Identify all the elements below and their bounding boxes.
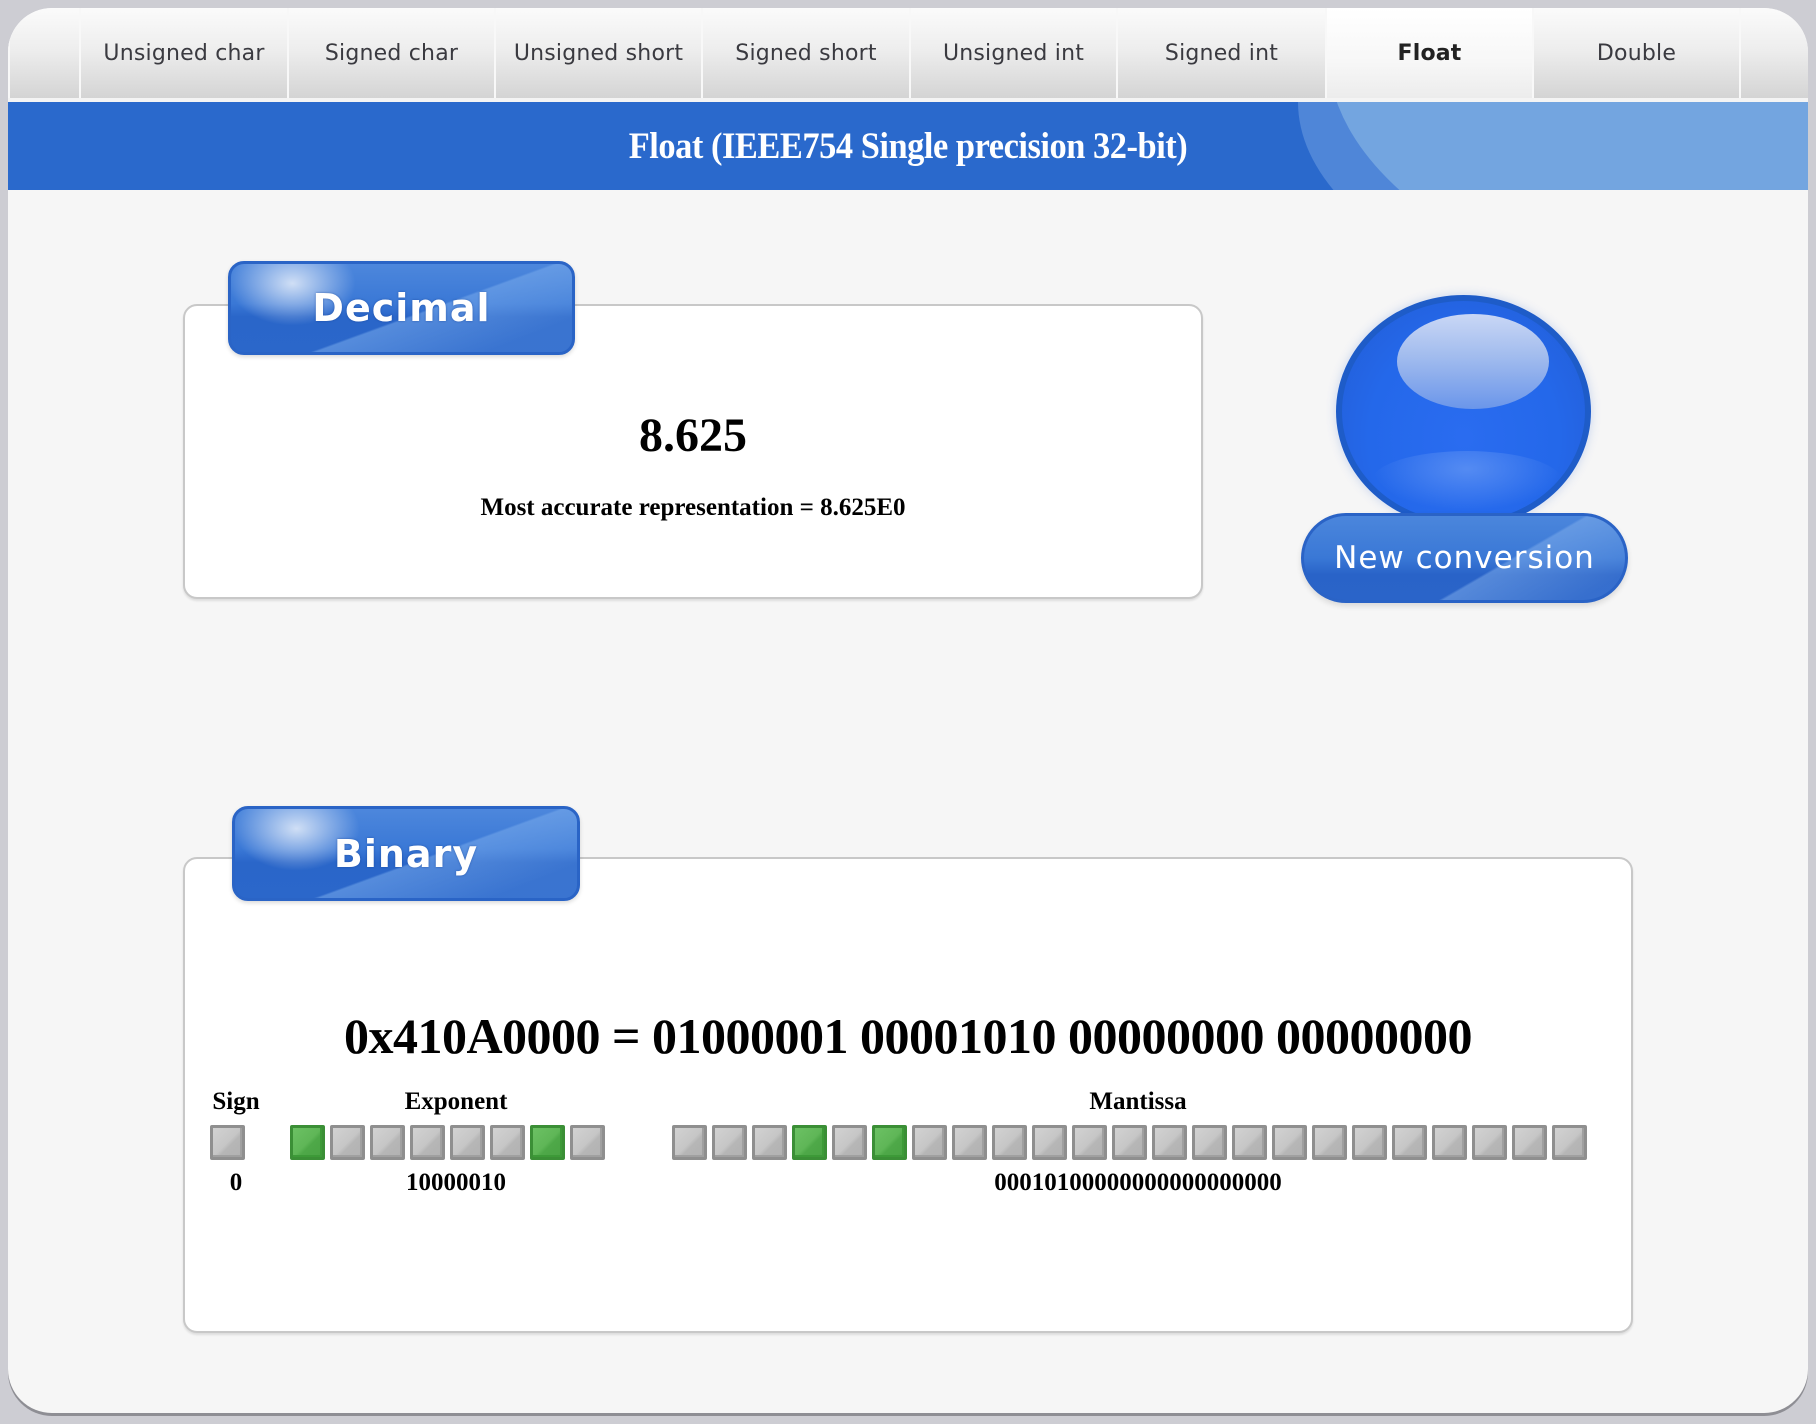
type-tab-bar: Unsigned char Signed char Unsigned short… (8, 8, 1808, 102)
exponent-bit-6-on[interactable] (530, 1125, 565, 1160)
exponent-bit-7-off[interactable] (570, 1125, 605, 1160)
sphere-icon (1336, 295, 1591, 528)
exponent-bit-5-off[interactable] (490, 1125, 525, 1160)
mantissa-bit-17-off[interactable] (1352, 1125, 1387, 1160)
exponent-bit-4-off[interactable] (450, 1125, 485, 1160)
decimal-representation: Most accurate representation = 8.625E0 (480, 494, 906, 521)
mantissa-bit-14-off[interactable] (1232, 1125, 1267, 1160)
mantissa-bit-16-off[interactable] (1312, 1125, 1347, 1160)
mantissa-bit-1-off[interactable] (712, 1125, 747, 1160)
mantissa-bit-8-off[interactable] (992, 1125, 1027, 1160)
tab-unsigned-short[interactable]: Unsigned short (494, 8, 701, 98)
tab-double[interactable]: Double (1532, 8, 1739, 98)
mantissa-bit-13-off[interactable] (1192, 1125, 1227, 1160)
exponent-bit-0-on[interactable] (290, 1125, 325, 1160)
exponent-bit-3-off[interactable] (410, 1125, 445, 1160)
mantissa-bit-2-off[interactable] (752, 1125, 787, 1160)
tab-label: Signed char (324, 40, 459, 66)
mantissa-bit-20-off[interactable] (1472, 1125, 1507, 1160)
decimal-section-tab: Decimal (228, 261, 575, 355)
mantissa-bit-19-off[interactable] (1432, 1125, 1467, 1160)
new-conversion-button[interactable]: New conversion (1293, 288, 1638, 618)
app-window: Unsigned char Signed char Unsigned short… (8, 8, 1808, 1413)
sign-label: Sign (212, 1088, 260, 1115)
hex-binary-line: 0x410A0000 = 01000001 00001010 00000000 … (343, 1008, 1473, 1064)
mantissa-bit-22-off[interactable] (1552, 1125, 1587, 1160)
binary-panel: 0x410A0000 = 01000001 00001010 00000000 … (183, 857, 1633, 1333)
sign-bit-0-off[interactable] (210, 1125, 245, 1160)
tab-float[interactable]: Float (1325, 8, 1532, 98)
tab-label: Signed short (735, 40, 877, 66)
binary-section-tab: Binary (232, 806, 580, 901)
mantissa-bit-11-off[interactable] (1112, 1125, 1147, 1160)
mantissa-bit-3-on[interactable] (792, 1125, 827, 1160)
tab-signed-short[interactable]: Signed short (701, 8, 909, 98)
exponent-label: Exponent (404, 1088, 508, 1115)
mantissa-bit-18-off[interactable] (1392, 1125, 1427, 1160)
mantissa-bit-7-off[interactable] (952, 1125, 987, 1160)
mantissa-bit-15-off[interactable] (1272, 1125, 1307, 1160)
mantissa-bit-0-off[interactable] (672, 1125, 707, 1160)
new-conversion-label: New conversion (1301, 513, 1628, 603)
tab-signed-char[interactable]: Signed char (287, 8, 494, 98)
exponent-value: 10000010 (406, 1169, 506, 1196)
tab-spacer-left (8, 8, 79, 98)
mantissa-bit-4-off[interactable] (832, 1125, 867, 1160)
mantissa-label: Mantissa (1089, 1088, 1187, 1115)
page-title: Float (IEEE754 Single precision 32-bit) (628, 125, 1188, 167)
tab-label: Unsigned char (103, 40, 265, 66)
mantissa-bit-9-off[interactable] (1032, 1125, 1067, 1160)
tab-signed-int[interactable]: Signed int (1116, 8, 1325, 98)
tab-label: Float (1397, 40, 1462, 66)
page-header: Float (IEEE754 Single precision 32-bit) (8, 102, 1808, 190)
tab-unsigned-char[interactable]: Unsigned char (79, 8, 287, 98)
mantissa-bit-6-off[interactable] (912, 1125, 947, 1160)
tab-spacer-right (1739, 8, 1808, 98)
sphere-reflection (1372, 451, 1562, 511)
exponent-bit-1-off[interactable] (330, 1125, 365, 1160)
sphere-highlight (1397, 314, 1549, 409)
mantissa-bit-21-off[interactable] (1512, 1125, 1547, 1160)
tab-label: Unsigned short (513, 40, 684, 66)
tab-unsigned-int[interactable]: Unsigned int (909, 8, 1116, 98)
mantissa-bit-10-off[interactable] (1072, 1125, 1107, 1160)
sign-value: 0 (229, 1169, 243, 1196)
mantissa-bit-5-on[interactable] (872, 1125, 907, 1160)
mantissa-bit-12-off[interactable] (1152, 1125, 1187, 1160)
tab-label: Signed int (1164, 40, 1279, 66)
mantissa-value: 00010100000000000000000 (994, 1169, 1282, 1196)
decimal-value: 8.625 (639, 409, 747, 462)
tab-label: Double (1596, 40, 1677, 66)
exponent-bit-2-off[interactable] (370, 1125, 405, 1160)
tab-label: Unsigned int (942, 40, 1085, 66)
